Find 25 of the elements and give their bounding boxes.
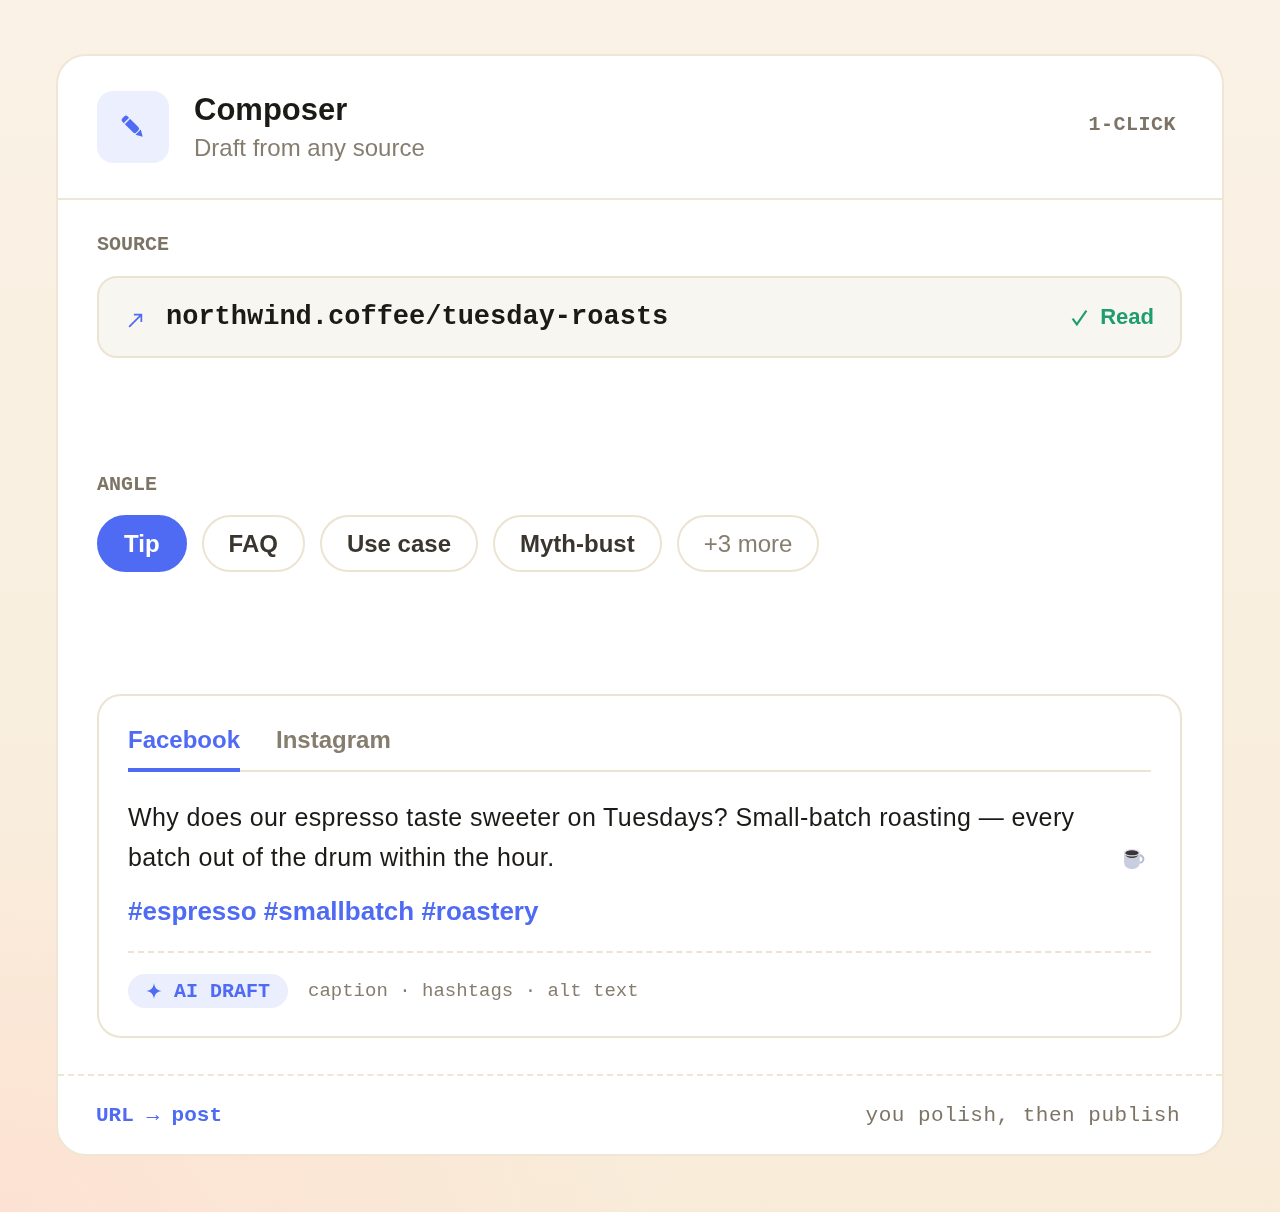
angle-chip[interactable]: Tip [97,515,187,572]
section-label: ANGLE [97,474,157,496]
section-label: SOURCE [97,234,169,256]
angle-chip[interactable]: Myth-bust [493,515,662,572]
platform-tab[interactable]: Facebook [128,720,241,772]
angle-chip[interactable]: FAQ [201,515,305,572]
coffee-cup-icon [1121,846,1146,871]
pencil-icon [97,91,169,163]
arrow-icon [127,311,144,329]
mode-label: 1-CLICK [1088,113,1176,136]
badge-text: AI DRAFT [174,979,270,1003]
draft-parts: caption · hashtags · alt text [308,980,639,1002]
more-angles-chip[interactable]: +3 more [676,515,820,572]
hashtags: #espresso #smallbatch #roastery [128,895,539,927]
card-title: Composer [194,91,348,129]
platform-tab[interactable]: Instagram [276,720,391,772]
sparkle-icon [146,983,162,999]
angle-chip[interactable]: Use case [319,515,478,572]
card-subtitle: Draft from any source [194,133,425,163]
status-text: Read [1100,304,1154,330]
source-url-field[interactable]: northwind.coffee/tuesday-roasts Read [97,276,1182,358]
flow-label: URL → post [96,1103,223,1127]
footer-note: you polish, then publish [865,1103,1180,1127]
post-caption: Why does our espresso taste sweeter on Tuesdays? Small-batch roasting — every batch out of the drum within the hour. [128,802,1076,873]
source-url: northwind.coffee/tuesday-roasts [166,302,669,332]
